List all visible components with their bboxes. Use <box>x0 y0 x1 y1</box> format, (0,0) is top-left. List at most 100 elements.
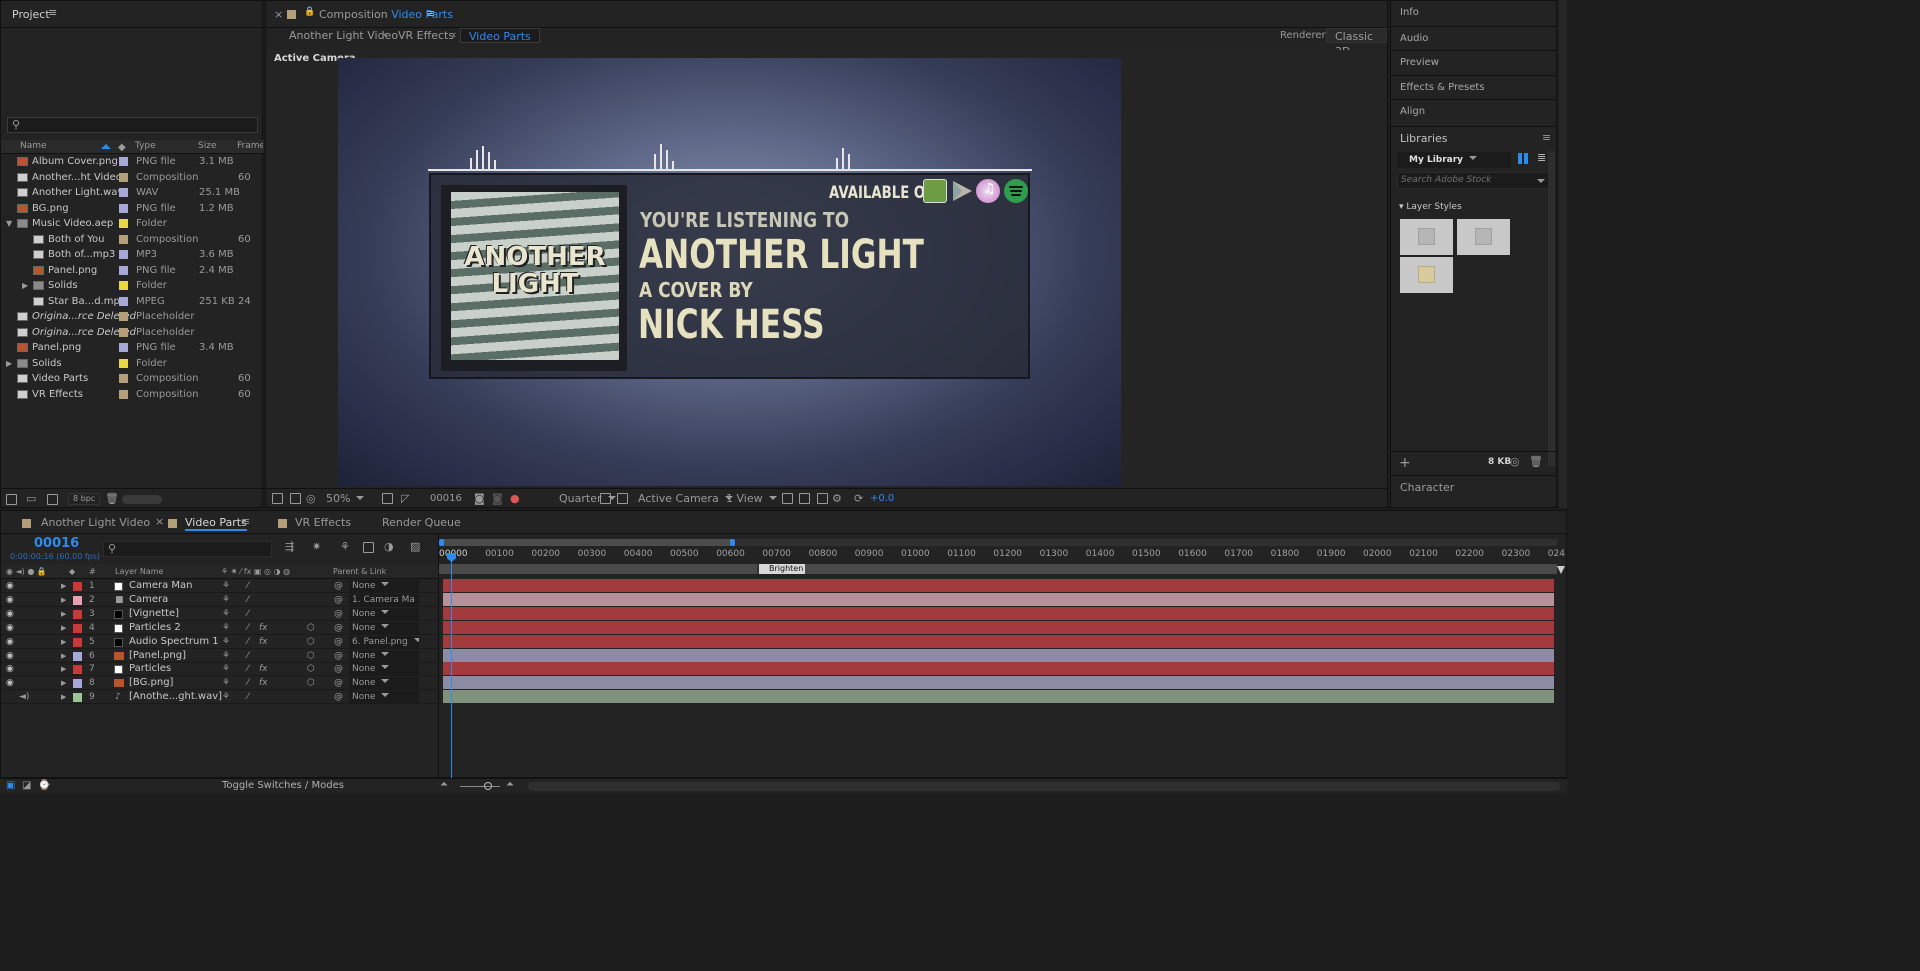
label-swatch[interactable] <box>119 203 128 213</box>
layer-row[interactable]: ◉ ▶ 3 [Vignette] ⚘ ⁄ @ None <box>1 607 438 621</box>
interpret-footage-icon[interactable] <box>6 494 17 505</box>
close-tab-icon[interactable]: × <box>274 8 283 21</box>
parent-dropdown[interactable]: None <box>349 649 419 662</box>
toggle-switches-modes[interactable]: Toggle Switches / Modes <box>222 780 344 791</box>
right-panel-item[interactable]: Preview <box>1391 50 1556 74</box>
magnification-dropdown[interactable]: 50% <box>326 492 372 505</box>
tab-video-parts[interactable]: Video Parts <box>185 516 247 531</box>
layer-row[interactable]: ◉ ▶ 4 Particles 2 ⚘ ⁄ fx ⬡ @ None <box>1 621 438 635</box>
libraries-title[interactable]: Libraries <box>1400 132 1448 145</box>
layer-bar[interactable] <box>443 662 1554 676</box>
fx-switch-icon[interactable]: fx <box>259 662 268 676</box>
layer-label-swatch[interactable] <box>73 595 82 605</box>
twirl-right-icon[interactable]: ▶ <box>61 607 66 621</box>
panel-menu-icon[interactable]: ≡ <box>426 7 435 20</box>
lock-icon[interactable]: 🔒 <box>304 7 315 17</box>
twirl-right-icon[interactable]: ▶ <box>61 676 66 690</box>
layer-bar[interactable] <box>443 620 1554 634</box>
label-swatch[interactable] <box>119 157 128 166</box>
label-swatch[interactable] <box>119 250 128 259</box>
character-title[interactable]: Character <box>1400 481 1454 494</box>
video-toggle-icon[interactable]: ◉ <box>6 579 14 593</box>
label-swatch[interactable] <box>119 343 128 352</box>
layer-name[interactable]: [Anothe...ght.wav] <box>129 690 222 704</box>
comp-mini-flowchart-icon[interactable]: ⇶ <box>285 540 294 553</box>
pixel-aspect-icon[interactable] <box>782 493 793 504</box>
new-composition-icon[interactable] <box>47 494 58 505</box>
right-dock-scrollbar[interactable] <box>1559 0 1567 508</box>
project-item[interactable]: Star Ba...d.mp4 MPEG 251 KB 24 <box>1 294 264 309</box>
quality-switch-icon[interactable]: ⁄ <box>247 579 249 593</box>
current-time-indicator[interactable] <box>451 554 452 779</box>
layer-row[interactable]: ◉ ▶ 7 Particles ⚘ ⁄ fx ⬡ @ None <box>1 662 438 677</box>
close-tab-icon[interactable]: × <box>155 515 164 528</box>
label-swatch[interactable] <box>119 358 128 368</box>
layer-row[interactable]: ◉ ▶ 8 [BG.png] ⚘ ⁄ fx ⬡ @ None <box>1 676 438 691</box>
breadcrumb-another-light-video[interactable]: Another Light Video <box>289 29 398 42</box>
parent-dropdown[interactable]: None <box>349 621 419 634</box>
layer-label-swatch[interactable] <box>73 623 82 633</box>
parent-link-header[interactable]: Parent & Link <box>333 565 386 578</box>
label-swatch[interactable] <box>119 374 128 383</box>
layer-switches-toggle-icon[interactable]: ▣ <box>6 780 15 791</box>
pick-whip-icon[interactable]: @ <box>334 607 343 621</box>
thumbnail-slider[interactable] <box>122 495 162 504</box>
pick-whip-icon[interactable]: @ <box>334 649 343 663</box>
3d-layer-icon[interactable]: ⬡ <box>307 621 315 635</box>
quality-switch-icon[interactable]: ⁄ <box>247 607 249 621</box>
project-item[interactable]: ▼ Music Video.aep Folder <box>1 216 264 231</box>
pick-whip-icon[interactable]: @ <box>334 621 343 635</box>
quality-switch-icon[interactable]: ⁄ <box>247 676 249 690</box>
motion-blur-icon[interactable]: ◑ <box>384 540 394 553</box>
time-ruler[interactable]: 0000000100002000030000400005000060000700… <box>439 547 1565 565</box>
time-navigator-range[interactable] <box>442 539 734 546</box>
col-name[interactable]: Name <box>20 140 47 153</box>
zoom-slider-knob[interactable] <box>484 782 492 790</box>
camera-view-dropdown[interactable]: Active Camera <box>638 492 733 505</box>
project-item[interactable]: Video Parts Composition 60 <box>1 371 264 386</box>
parent-dropdown[interactable]: None <box>349 607 419 620</box>
layer-name[interactable]: Camera <box>129 593 168 607</box>
label-swatch[interactable] <box>119 265 128 275</box>
parent-dropdown[interactable]: 6. Panel.png <box>349 635 419 648</box>
new-folder-icon[interactable]: ▭ <box>26 492 36 505</box>
pick-whip-icon[interactable]: @ <box>334 635 343 649</box>
pick-whip-icon[interactable]: @ <box>334 579 343 593</box>
trash-icon[interactable]: 🗑 <box>1529 455 1543 468</box>
video-toggle-icon[interactable]: ◉ <box>6 676 14 690</box>
right-panel-item[interactable]: Info <box>1391 1 1556 25</box>
zoom-in-icon[interactable]: ⏶ <box>506 779 514 790</box>
3d-layer-icon[interactable]: ⬡ <box>307 649 315 663</box>
tab-render-queue[interactable]: Render Queue <box>382 516 461 529</box>
shy-layers-icon[interactable]: ⚘ <box>340 540 350 553</box>
project-item[interactable]: ▶ Solids Folder <box>1 356 264 371</box>
parent-dropdown[interactable]: 1. Camera Ma <box>349 593 419 606</box>
breadcrumb-video-parts[interactable]: Video Parts <box>460 28 540 43</box>
shy-switch-icon[interactable]: ⚘ <box>222 690 230 704</box>
layer-label-swatch[interactable] <box>73 665 82 675</box>
layer-row[interactable]: ◄) ▶ 9 ♪ [Anothe...ght.wav] ⚘ ⁄ @ None <box>1 690 438 705</box>
project-item[interactable]: Origina...rce Deleted Placeholder <box>1 309 264 324</box>
project-item[interactable]: Both of You Composition 60 <box>1 232 264 247</box>
viewer-area[interactable]: Active Camera ANOTHER LIGHT YOU'RE LISTE… <box>266 50 1387 486</box>
label-swatch[interactable] <box>119 172 128 182</box>
project-item[interactable]: Both of...mp3 MP3 3.6 MB <box>1 247 264 262</box>
video-toggle-icon[interactable]: ◉ <box>6 593 14 607</box>
project-item[interactable]: Panel.png PNG file 3.4 MB <box>1 340 264 355</box>
current-timecode[interactable]: 00016 <box>34 536 79 551</box>
quality-switch-icon[interactable]: ⁄ <box>247 621 249 635</box>
work-area-end-icon[interactable] <box>1557 566 1565 574</box>
timeline-icon[interactable] <box>817 493 828 504</box>
label-swatch[interactable] <box>119 327 128 337</box>
triangle-right-icon[interactable]: ▶ <box>6 356 12 371</box>
render-time-icon[interactable]: ⌚ <box>38 780 50 791</box>
always-preview-icon[interactable] <box>272 493 283 504</box>
breadcrumb-vr-effects[interactable]: VR Effects <box>398 29 454 42</box>
label-swatch[interactable] <box>119 234 128 244</box>
grid-view-icon[interactable] <box>1518 153 1529 164</box>
region-of-interest-icon[interactable] <box>600 493 611 504</box>
transfer-controls-icon[interactable]: ◪ <box>22 780 31 791</box>
col-frame-rate[interactable]: Frame R... <box>237 140 263 153</box>
trash-icon[interactable]: 🗑 <box>105 492 119 505</box>
transparency-grid-icon[interactable] <box>617 493 628 504</box>
